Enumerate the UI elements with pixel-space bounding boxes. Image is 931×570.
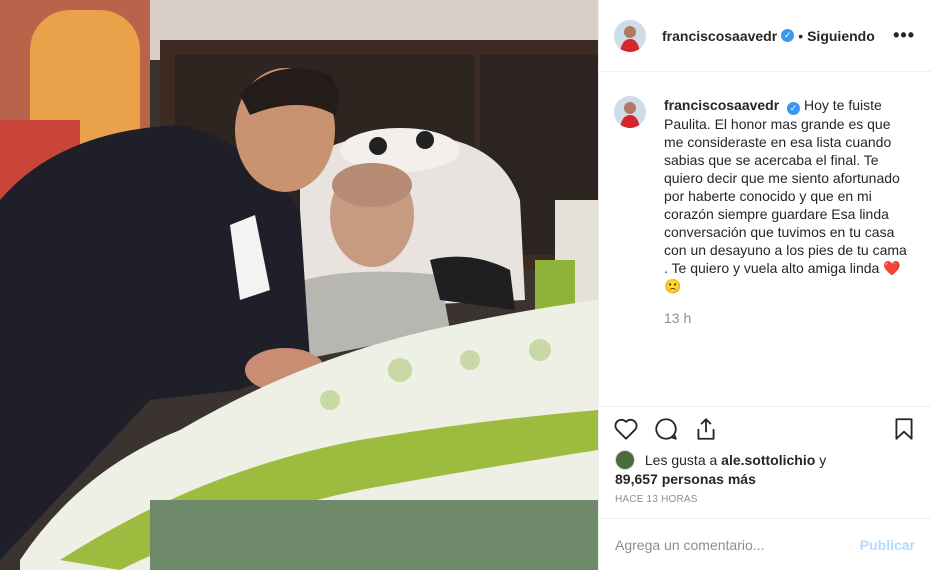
post-timestamp[interactable]: HACE 13 HORAS [615,494,698,505]
header-separator: • [798,27,804,44]
caption-area: franciscosaavedr ✓ Hoy te fuiste Paulita… [599,73,931,406]
post-sidebar: franciscosaavedr ✓ • Siguiendo ••• franc… [598,0,931,570]
header-username[interactable]: franciscosaavedr [662,28,777,44]
post-photo[interactable] [0,0,598,570]
liker-avatar[interactable] [615,450,635,470]
publish-button[interactable]: Publicar [860,537,915,553]
comment-input[interactable] [615,536,860,553]
action-bar [599,406,931,450]
caption-comment: franciscosaavedr ✓ Hoy te fuiste Paulita… [614,96,915,295]
likes-connector: y [819,452,827,468]
more-options-icon[interactable]: ••• [893,25,915,46]
likes-summary: Les gusta a ale.sottolichio y 89,657 per… [615,450,915,488]
avatar[interactable] [614,96,646,128]
share-icon[interactable] [693,416,719,442]
caption-text: Hoy te fuiste Paulita. El honor mas gran… [664,97,907,276]
post-photo-illustration [0,0,598,570]
caption-text-block: franciscosaavedr ✓ Hoy te fuiste Paulita… [664,96,909,295]
following-button[interactable]: Siguiendo [807,28,875,44]
caption-username[interactable]: franciscosaavedr [664,97,779,113]
avatar[interactable] [614,19,646,52]
post-header: franciscosaavedr ✓ • Siguiendo ••• [599,0,931,72]
avatar-image [614,19,646,52]
liker-username[interactable]: ale.sottolichio [721,452,815,468]
add-comment-bar: Publicar [599,518,931,570]
likes-count[interactable]: 89,657 personas más [615,471,756,487]
likes-prefix: Les gusta a [644,452,718,468]
avatar-image [614,96,646,128]
comment-icon[interactable] [653,416,679,442]
verified-badge-icon: ✓ [787,102,801,115]
verified-badge-icon: ✓ [781,29,795,42]
heart-icon[interactable] [613,416,639,442]
caption-time: 13 h [664,310,692,326]
bookmark-icon[interactable] [891,416,917,442]
